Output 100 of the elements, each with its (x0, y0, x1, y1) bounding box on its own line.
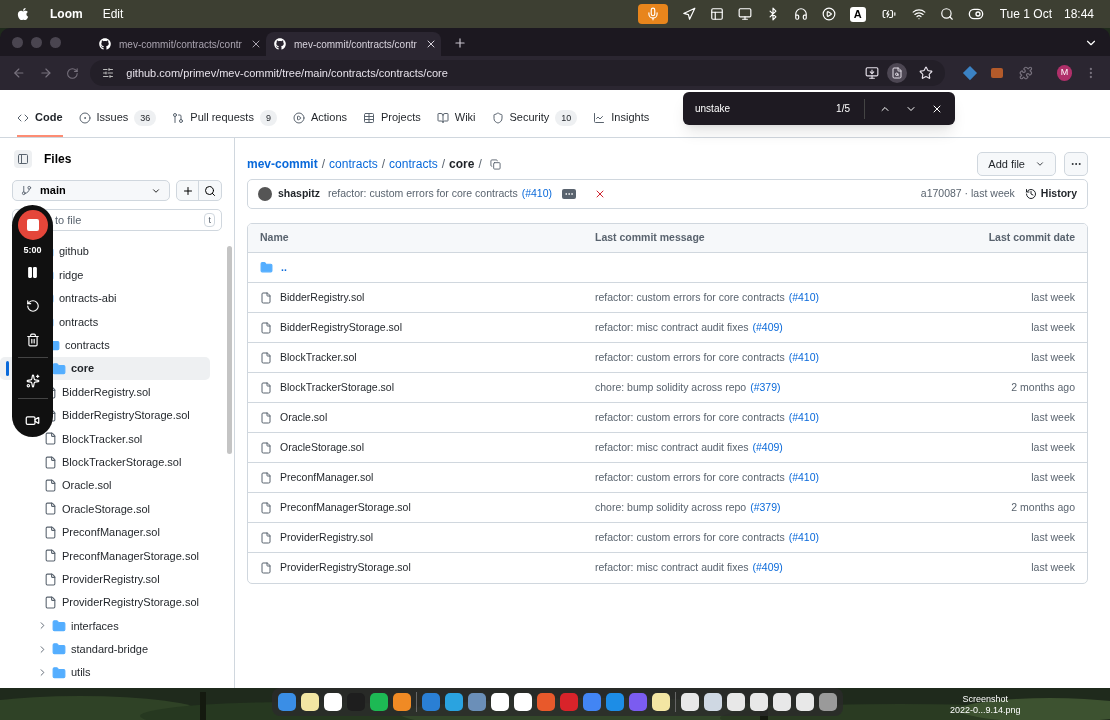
control-center-icon[interactable] (967, 6, 984, 22)
file-link[interactable]: BlockTrackerStorage.sol (280, 379, 394, 396)
extension-icon[interactable] (963, 66, 978, 80)
file-link[interactable]: Oracle.sol (280, 409, 328, 426)
find-query[interactable]: unstake (695, 101, 835, 116)
monitor-icon[interactable] (737, 7, 752, 21)
tree-item[interactable]: ProviderRegistry.sol (62, 570, 160, 588)
repo-tab[interactable]: Actions (292, 100, 347, 137)
commit-author[interactable]: shaspitz (278, 186, 320, 202)
commit-message[interactable]: refactor: misc contract audit fixes (595, 560, 749, 576)
bookmark-star-icon[interactable] (919, 66, 934, 80)
menu-item[interactable]: Edit (102, 5, 124, 23)
delete-icon[interactable] (25, 332, 40, 347)
mic-status[interactable] (637, 4, 668, 24)
pull-request-link[interactable]: (#409) (752, 319, 783, 336)
pull-request-link[interactable]: (#410) (521, 186, 553, 202)
repo-tab[interactable]: Security 10 (491, 100, 578, 137)
pull-request-link[interactable]: (#379) (750, 499, 781, 516)
commit-message[interactable]: refactor: misc contract audit fixes (595, 319, 749, 336)
tree-item[interactable]: BlockTracker.sol (62, 430, 143, 448)
app-icon[interactable] (324, 693, 342, 711)
pull-request-link[interactable]: (#379) (750, 379, 781, 396)
repo-tab[interactable]: Insights (593, 100, 650, 137)
file-link[interactable]: PreconfManagerStorage.sol (280, 499, 411, 516)
forward-icon[interactable] (38, 66, 53, 80)
tree-item[interactable]: utils (71, 664, 91, 681)
pull-request-link[interactable]: (#409) (752, 560, 783, 576)
pull-request-link[interactable]: (#409) (752, 439, 783, 456)
branch-select[interactable]: main (12, 180, 170, 201)
file-link[interactable]: BidderRegistryStorage.sol (280, 319, 402, 336)
site-settings-icon[interactable] (102, 67, 115, 79)
app-icon[interactable] (491, 693, 509, 711)
breadcrumb-link[interactable]: contracts (389, 155, 438, 173)
stop-recording-button[interactable] (17, 210, 48, 240)
tree-item[interactable]: PreconfManager.sol (62, 524, 160, 541)
desktop-file-label[interactable]: 2022-0...9.14.png (950, 705, 1021, 716)
pull-request-link[interactable]: (#410) (788, 529, 819, 546)
file-link[interactable]: OracleStorage.sol (280, 439, 365, 456)
file-link[interactable]: ProviderRegistry.sol (280, 529, 374, 546)
app-icon[interactable] (301, 693, 319, 711)
repo-tab[interactable]: Code (17, 100, 63, 137)
pull-request-link[interactable]: (#410) (788, 409, 819, 426)
file-link[interactable]: BlockTracker.sol (280, 349, 357, 366)
breadcrumb-link[interactable]: mev-commit (247, 155, 318, 173)
tree-item[interactable]: interfaces (71, 617, 119, 635)
app-icon[interactable] (704, 693, 722, 711)
repo-tab[interactable]: Projects (363, 100, 421, 137)
search-icon[interactable] (939, 7, 954, 21)
commit-message[interactable]: chore: bump solidity across repo (595, 499, 747, 516)
tree-item[interactable]: BlockTrackerStorage.sol (62, 453, 182, 471)
tree-item[interactable]: github (59, 243, 89, 260)
app-icon[interactable] (652, 693, 670, 711)
expand-icon[interactable] (562, 189, 577, 199)
install-icon[interactable] (865, 66, 880, 80)
new-tab-icon[interactable] (453, 36, 467, 50)
app-icon[interactable] (393, 693, 411, 711)
app-icon[interactable] (681, 693, 699, 711)
find-button[interactable] (887, 63, 908, 83)
restart-icon[interactable] (25, 298, 40, 313)
tree-item[interactable]: ridge (59, 266, 84, 284)
commit-sha-time[interactable]: a170087 · last week (920, 186, 1015, 202)
tree-item[interactable]: Oracle.sol (62, 477, 112, 494)
pull-request-link[interactable]: (#410) (788, 289, 819, 306)
copy-icon[interactable] (489, 158, 501, 170)
tree-item[interactable]: core (71, 360, 95, 377)
commit-message[interactable]: refactor: custom errors for core contracts (595, 349, 785, 366)
tree-item[interactable]: PreconfManagerStorage.sol (62, 547, 199, 564)
profile-avatar[interactable]: M (1056, 65, 1073, 81)
menu-date[interactable]: Tue 1 Oct (999, 5, 1052, 23)
file-link[interactable]: PreconfManager.sol (280, 469, 374, 486)
history-button[interactable]: History (1024, 186, 1077, 202)
commit-message[interactable]: refactor: custom errors for core contracts (595, 409, 785, 426)
menu-time[interactable]: 18:44 (1063, 5, 1094, 23)
extensions-icon[interactable] (1018, 66, 1033, 80)
tree-item[interactable]: BidderRegistry.sol (62, 383, 151, 401)
add-file-button[interactable]: Add file (977, 152, 1056, 176)
tree-item[interactable]: OracleStorage.sol (62, 500, 151, 518)
file-link[interactable]: ProviderRegistryStorage.sol (280, 560, 411, 576)
commit-message[interactable]: refactor: custom errors for core contracts (595, 529, 785, 546)
tree-item[interactable]: standard-bridge (71, 641, 149, 658)
app-icon[interactable] (514, 693, 532, 711)
commit-message[interactable]: refactor: custom errors for core contracts (595, 469, 785, 486)
navigation-icon[interactable] (681, 7, 696, 21)
commit-message[interactable]: refactor: misc contract audit fixes (595, 439, 749, 456)
app-icon[interactable] (773, 693, 791, 711)
app-icon[interactable] (750, 693, 768, 711)
pull-request-link[interactable]: (#410) (788, 349, 819, 366)
browser-tab[interactable]: mev-commit/contracts/contr (91, 32, 266, 56)
tree-item[interactable]: ProviderRegistryStorage.sol (62, 594, 199, 611)
parent-link[interactable]: .. (281, 259, 287, 276)
app-menu[interactable]: Loom (50, 5, 83, 23)
tree-item[interactable]: BidderRegistryStorage.sol (62, 407, 190, 424)
reload-icon[interactable] (65, 66, 79, 80)
file-link[interactable]: BidderRegistry.sol (280, 289, 365, 306)
browser-tab[interactable]: mev-commit/contracts/contr (266, 32, 441, 56)
apple-icon[interactable] (16, 7, 30, 21)
desktop-file-label[interactable]: Screenshot (962, 694, 1009, 705)
pause-icon[interactable] (26, 265, 39, 279)
pull-request-link[interactable]: (#410) (788, 469, 819, 486)
repo-tab[interactable]: Pull requests 9 (172, 100, 277, 137)
